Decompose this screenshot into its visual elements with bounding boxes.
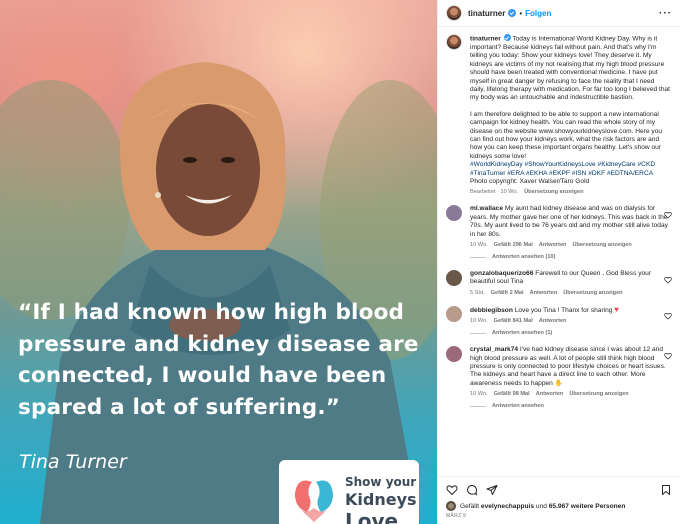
comment-username[interactable]: crystal_mark74 xyxy=(470,346,518,353)
red-heart-emoji-icon: ♥ xyxy=(614,304,620,314)
likes-summary: Gefällt evelynechappuis und 65.967 weite… xyxy=(446,501,672,511)
comment-item: gonzalobaquerizo66 Farewell to our Queen… xyxy=(446,270,672,296)
comment-text: crystal_mark74 I've had kidney disease s… xyxy=(470,346,670,388)
follow-button[interactable]: Folgen xyxy=(525,9,551,18)
translate-link[interactable]: Übersetzung anzeigen xyxy=(572,242,631,248)
like-heart-icon[interactable] xyxy=(664,352,672,360)
comment-item: debbiegibson Love you Tina ! Thanx for s… xyxy=(446,304,672,336)
logo-line2: Kidneys xyxy=(345,490,417,509)
comment-username[interactable]: debbiegibson xyxy=(470,307,513,314)
comment-time[interactable]: 10 Wo. xyxy=(470,391,488,397)
share-send-icon[interactable] xyxy=(486,484,498,496)
logo-line1: Show your xyxy=(345,475,417,489)
comment-avatar[interactable] xyxy=(446,346,462,363)
comment-text: debbiegibson Love you Tina ! Thanx for s… xyxy=(470,304,670,315)
caption-text-1: Today is International World Kidney Day.… xyxy=(470,35,670,102)
show-your-kidneys-love-logo: Show your Kidneys Love xyxy=(279,460,419,524)
comment-avatar[interactable] xyxy=(446,305,462,322)
reply-button[interactable]: Antworten xyxy=(539,242,567,248)
comment-meta: 10 Wo. Gefällt 98 Mal Antworten Übersetz… xyxy=(470,391,670,397)
kidneys-heart-icon xyxy=(295,480,333,522)
comment-meta: 10 Wo. Gefällt 841 Mal Antworten xyxy=(470,318,670,324)
post-footer: Gefällt evelynechappuis und 65.967 weite… xyxy=(438,476,680,524)
comment-item: ml.wallace My aunt had kidney disease an… xyxy=(446,205,672,260)
comment-text: ml.wallace My aunt had kidney disease an… xyxy=(470,205,670,239)
comment-body: Love you Tina ! Thanx for sharing xyxy=(514,306,613,314)
caption-time[interactable]: 10 Wo. xyxy=(501,189,519,195)
like-heart-icon[interactable] xyxy=(664,211,672,219)
liked-prefix: Gefällt xyxy=(460,502,480,510)
caption-hashtags[interactable]: #WorldKidneyDay #ShowYourKidneysLove #Ki… xyxy=(470,161,670,178)
bookmark-save-icon[interactable] xyxy=(660,484,672,496)
more-options-icon[interactable]: ··· xyxy=(659,8,672,19)
comment-bubble-icon[interactable] xyxy=(466,484,478,496)
translate-link[interactable]: Übersetzung anzeigen xyxy=(563,290,622,296)
comment-likes[interactable]: Gefällt 296 Mal xyxy=(494,242,533,248)
comment-likes[interactable]: Gefällt 2 Mal xyxy=(491,290,524,296)
clapping-hands-emoji-icon: ✋ xyxy=(554,379,563,387)
post-image[interactable]: “If I had known how high blood pressure … xyxy=(0,0,437,524)
comment-avatar[interactable] xyxy=(446,270,462,287)
quote-author: Tina Turner xyxy=(19,451,127,473)
caption-credit: Photo copyright: Xaver Walser/Taro Gold xyxy=(470,178,590,185)
comment-username[interactable]: gonzalobaquerizo66 xyxy=(470,270,533,277)
like-heart-icon[interactable] xyxy=(664,312,672,320)
reply-button[interactable]: Antworten xyxy=(539,318,567,324)
view-replies-label: Antworten ansehen (10) xyxy=(492,254,556,261)
avatar[interactable] xyxy=(446,5,462,21)
caption-username[interactable]: tinaturner xyxy=(470,36,501,43)
comment-meta: 10 Wo. Gefällt 296 Mal Antworten Überset… xyxy=(470,242,670,248)
comment-time[interactable]: 10 Wo. xyxy=(470,318,488,324)
like-heart-icon[interactable] xyxy=(664,276,672,284)
reply-button[interactable]: Antworten xyxy=(530,290,558,296)
logo-line3: Love xyxy=(345,509,399,524)
tina-turner-photo xyxy=(0,62,437,524)
caption-paragraph-2: I am therefore delighted to be able to s… xyxy=(470,110,663,160)
comments-scroll-area[interactable]: tinaturner Today is International World … xyxy=(438,28,680,460)
like-heart-icon[interactable] xyxy=(446,484,458,496)
post-header: tinaturner • Folgen ··· xyxy=(438,0,680,27)
comment-avatar[interactable] xyxy=(446,205,462,222)
comment-text: gonzalobaquerizo66 Farewell to our Queen… xyxy=(470,270,670,287)
action-bar xyxy=(446,481,672,499)
verified-badge-icon xyxy=(508,9,517,17)
liked-count[interactable]: 65.967 weitere Personen xyxy=(549,503,626,510)
view-replies-button[interactable]: Antworten ansehen xyxy=(470,403,670,409)
header-username[interactable]: tinaturner xyxy=(468,9,505,18)
verified-badge-icon xyxy=(503,34,511,41)
liked-suffix: und xyxy=(535,502,547,510)
comment-likes[interactable]: Gefällt 841 Mal xyxy=(494,318,533,324)
translate-link[interactable]: Übersetzung anzeigen xyxy=(569,391,628,397)
separator-dot: • xyxy=(519,8,523,18)
translate-link[interactable]: Übersetzung anzeigen xyxy=(524,189,583,195)
comment-time[interactable]: 5 Std. xyxy=(470,290,485,296)
caption-avatar[interactable] xyxy=(446,34,462,50)
view-replies-label: Antworten ansehen (1) xyxy=(492,330,553,337)
replies-divider xyxy=(470,405,486,407)
post-sidebar: tinaturner • Folgen ··· tinaturner Today… xyxy=(437,0,680,524)
caption-paragraph-1: tinaturner Today is International World … xyxy=(470,34,670,103)
post-date[interactable]: MÄRZ 9 xyxy=(446,513,672,519)
comment-username[interactable]: ml.wallace xyxy=(470,205,503,212)
view-replies-label: Antworten ansehen xyxy=(492,403,544,410)
caption: tinaturner Today is International World … xyxy=(446,34,672,195)
quote-text: “If I had known how high blood pressure … xyxy=(18,300,419,420)
comment-likes[interactable]: Gefällt 98 Mal xyxy=(494,391,530,397)
comment-item: crystal_mark74 I've had kidney disease s… xyxy=(446,346,672,409)
edited-label: Bearbeitet xyxy=(470,189,496,196)
comment-meta: 5 Std. Gefällt 2 Mal Antworten Übersetzu… xyxy=(470,290,670,296)
comment-time[interactable]: 10 Wo. xyxy=(470,242,488,248)
reply-button[interactable]: Antworten xyxy=(536,391,564,397)
view-replies-button[interactable]: Antworten ansehen (10) xyxy=(470,254,670,260)
meta-dot: · xyxy=(497,189,499,196)
replies-divider xyxy=(470,332,486,334)
caption-meta: Bearbeitet · 10 Wo. Übersetzung anzeigen xyxy=(470,189,670,195)
liked-user[interactable]: evelynechappuis xyxy=(481,503,534,510)
replies-divider xyxy=(470,256,486,258)
liker-avatar[interactable] xyxy=(446,501,456,511)
view-replies-button[interactable]: Antworten ansehen (1) xyxy=(470,330,670,336)
